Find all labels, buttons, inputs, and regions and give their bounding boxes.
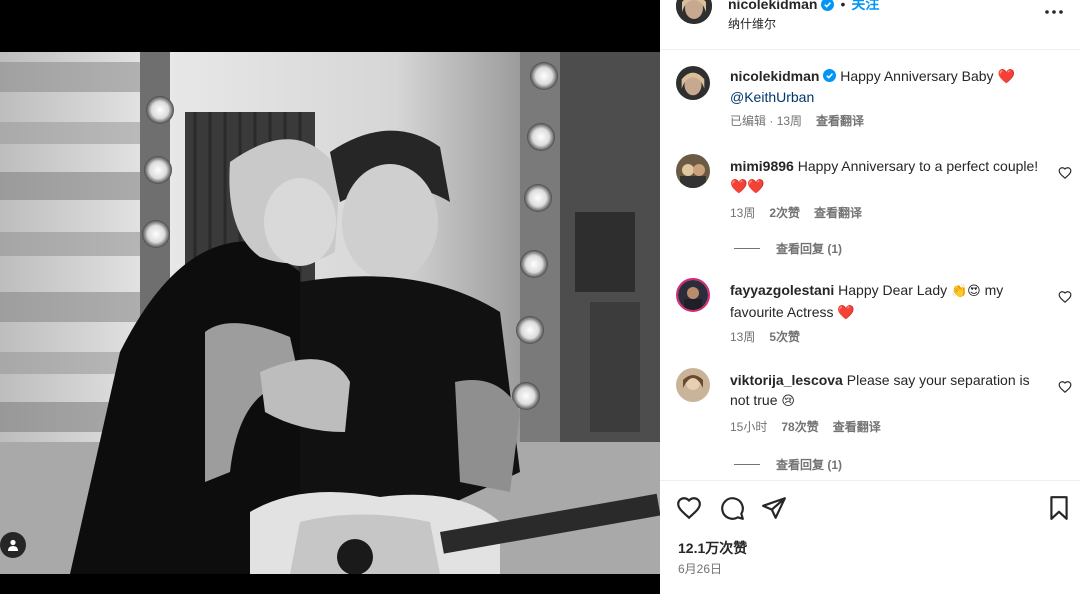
post-location[interactable]: 纳什维尔 xyxy=(728,15,776,32)
comment-meta: 13周 5次赞 xyxy=(730,328,800,345)
comment-username[interactable]: mimi9896 xyxy=(730,158,794,174)
replies-divider xyxy=(734,248,760,249)
comment-username[interactable]: viktorija_lescova xyxy=(730,372,843,388)
caption-text: nicolekidman Happy Anniversary Baby ❤️ @… xyxy=(730,66,1050,107)
commenter-avatar[interactable] xyxy=(676,368,710,402)
like-comment-heart-icon[interactable] xyxy=(1058,380,1072,394)
post-header: nicolekidman • 关注 纳什维尔 xyxy=(660,0,1080,50)
author-avatar[interactable] xyxy=(676,0,712,24)
mention-link[interactable]: @KeithUrban xyxy=(730,89,814,105)
comment-likes[interactable]: 5次赞 xyxy=(769,328,800,345)
comment-meta: 15小时 78次赞 查看翻译 xyxy=(730,418,881,435)
comment-likes[interactable]: 78次赞 xyxy=(781,418,818,435)
like-comment-heart-icon[interactable] xyxy=(1058,166,1072,180)
comment-likes[interactable]: 2次赞 xyxy=(769,204,800,221)
replies-divider xyxy=(734,464,760,465)
comment-age[interactable]: 13周 xyxy=(730,204,755,221)
edited-age: 已编辑 · 13周 xyxy=(730,114,803,128)
comment-meta: 13周 2次赞 查看翻译 xyxy=(730,204,862,221)
more-dots-icon xyxy=(1045,10,1063,14)
commenter-avatar[interactable] xyxy=(676,278,710,312)
post-side-panel: nicolekidman • 关注 纳什维尔 nicolekidman Happ… xyxy=(660,0,1080,594)
caption-body: Happy Anniversary Baby xyxy=(840,68,994,84)
comments-list[interactable]: nicolekidman Happy Anniversary Baby ❤️ @… xyxy=(660,50,1080,480)
edited-label: 已编辑 xyxy=(730,114,767,128)
avatar-image xyxy=(676,0,712,24)
bookmark-icon[interactable] xyxy=(1046,495,1072,521)
caption-meta: 已编辑 · 13周 查看翻译 xyxy=(730,112,864,129)
clap-heart-eyes-emoji: 👏😍 xyxy=(951,284,981,299)
comment-body: Happy Anniversary to a perfect couple! xyxy=(797,158,1039,174)
comment-username[interactable]: fayyazgolestani xyxy=(730,282,834,298)
comment-body: Happy Dear Lady xyxy=(838,282,948,298)
crying-emoji: 😢 xyxy=(781,394,795,409)
comment-icon[interactable] xyxy=(719,495,745,521)
hearts-emoji: ❤️❤️ xyxy=(730,179,765,195)
view-replies-button[interactable]: 查看回复 (1) xyxy=(734,240,842,257)
avatar-image xyxy=(676,368,710,402)
post-date[interactable]: 6月26日 xyxy=(678,560,722,577)
likes-count[interactable]: 12.1万次赞 xyxy=(678,538,747,558)
caption-age[interactable]: 13周 xyxy=(777,114,802,128)
see-translation-button[interactable]: 查看翻译 xyxy=(814,204,862,221)
view-replies-label: 查看回复 (1) xyxy=(776,458,843,472)
author-username[interactable]: nicolekidman xyxy=(728,0,817,12)
post-media[interactable] xyxy=(0,0,660,594)
black-and-white-couple-photo xyxy=(0,52,660,574)
post-photo[interactable] xyxy=(0,52,660,574)
avatar-image xyxy=(676,154,710,188)
share-icon[interactable] xyxy=(761,495,787,521)
comment-text: fayyazgolestani Happy Dear Lady 👏😍 my fa… xyxy=(730,280,1050,323)
verified-badge-icon xyxy=(823,69,837,82)
caption-avatar[interactable] xyxy=(676,66,710,100)
verified-badge-icon xyxy=(821,0,835,11)
comment-age[interactable]: 13周 xyxy=(730,328,755,345)
post-actions: 12.1万次赞 6月26日 xyxy=(660,480,1080,594)
view-replies-button[interactable]: 查看回复 (1) xyxy=(734,456,842,473)
like-comment-heart-icon[interactable] xyxy=(1058,290,1072,304)
see-translation-button[interactable]: 查看翻译 xyxy=(833,418,881,435)
see-translation-button[interactable]: 查看翻译 xyxy=(816,112,864,129)
comment-text: viktorija_lescova Please say your separa… xyxy=(730,370,1050,412)
follow-button[interactable]: 关注 xyxy=(851,0,879,14)
commenter-avatar[interactable] xyxy=(676,154,710,188)
view-replies-label: 查看回复 (1) xyxy=(776,242,843,256)
separator-dot: • xyxy=(840,0,846,12)
avatar-image xyxy=(678,280,708,310)
tagged-users-button[interactable] xyxy=(0,532,26,558)
heart-emoji: ❤️ xyxy=(837,305,855,321)
avatar-image xyxy=(676,66,710,100)
header-user-row: nicolekidman • 关注 xyxy=(728,0,879,14)
more-options-button[interactable] xyxy=(1042,2,1066,22)
caption-username[interactable]: nicolekidman xyxy=(730,68,819,84)
person-icon xyxy=(8,539,18,551)
heart-emoji: ❤️ xyxy=(997,69,1015,85)
heart-icon[interactable] xyxy=(676,495,702,521)
comment-text: mimi9896 Happy Anniversary to a perfect … xyxy=(730,156,1050,197)
comment-age[interactable]: 15小时 xyxy=(730,418,767,435)
